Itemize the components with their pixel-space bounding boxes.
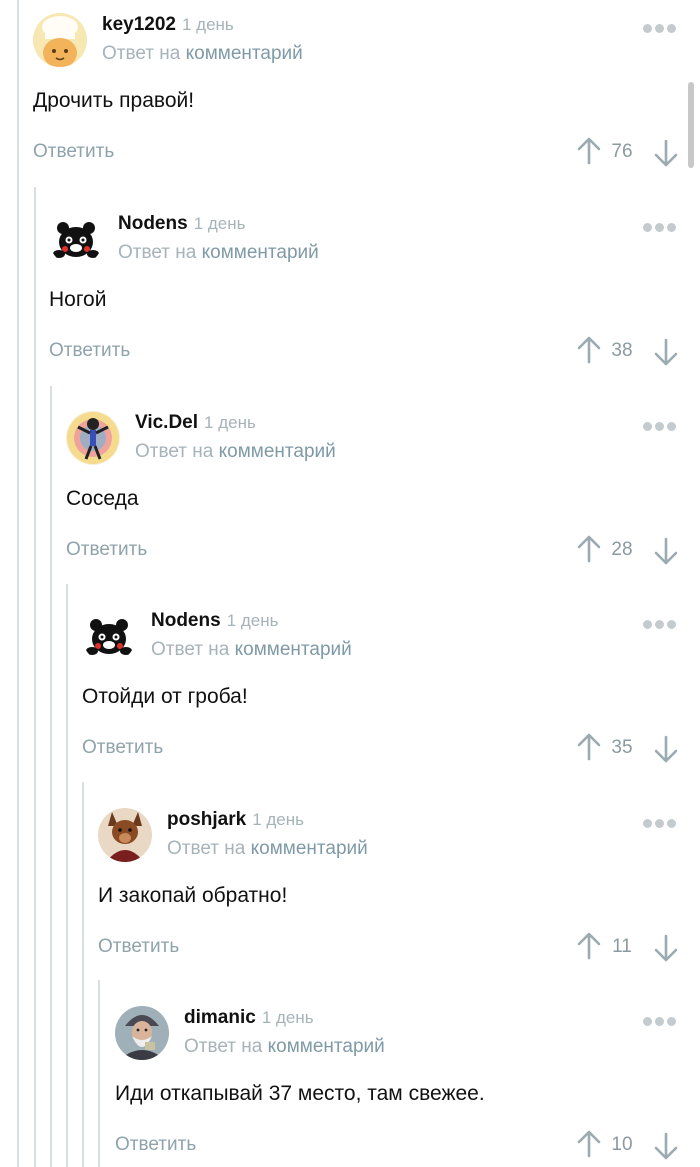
comment-time: 1 день bbox=[261, 1008, 314, 1027]
parent-comment-link[interactable]: комментарий bbox=[202, 242, 319, 263]
author-name[interactable]: key1202 1 день bbox=[102, 14, 234, 36]
comment: Nodens 1 день Ответ на комментарий Отойди… bbox=[82, 596, 700, 795]
comment-text: Иди откапывай 37 место, там свежее. bbox=[115, 1082, 485, 1105]
kumamon-bear-avatar[interactable] bbox=[49, 212, 103, 266]
reply-button[interactable]: Ответить bbox=[33, 141, 114, 163]
upvote-arrow-icon[interactable] bbox=[577, 137, 601, 165]
comment: key1202 1 день Ответ на комментарий Дрочи… bbox=[33, 0, 700, 199]
more-options-icon[interactable] bbox=[643, 1017, 676, 1026]
thread-line bbox=[50, 386, 52, 1167]
reply-to-info: Ответ на комментарий bbox=[167, 838, 368, 859]
reply-to-info: Ответ на комментарий bbox=[135, 441, 336, 462]
comment-time: 1 день bbox=[204, 413, 256, 432]
upvote-arrow-icon[interactable] bbox=[577, 733, 601, 761]
comment-text: И закопай обратно! bbox=[98, 884, 288, 907]
comment-rating: 38 bbox=[611, 340, 633, 361]
comments-page: key1202 1 день Ответ на комментарий Дрочи… bbox=[0, 0, 700, 1167]
reply-to-info: Ответ на комментарий bbox=[184, 1036, 385, 1057]
upvote-arrow-icon[interactable] bbox=[577, 1130, 601, 1158]
comment-time: 1 день bbox=[252, 810, 304, 829]
downvote-arrow-icon[interactable] bbox=[654, 735, 678, 763]
kumamon-bear-avatar[interactable] bbox=[82, 609, 136, 663]
reply-button[interactable]: Ответить bbox=[49, 340, 130, 362]
parent-comment-link[interactable]: комментарий bbox=[268, 1036, 385, 1057]
comment: Vic.Del 1 день Ответ на комментарий Сосед… bbox=[66, 398, 700, 597]
comment-text: Дрочить правой! bbox=[33, 89, 195, 112]
scrollbar[interactable] bbox=[688, 82, 694, 168]
downvote-arrow-icon[interactable] bbox=[654, 338, 678, 366]
comment: Nodens 1 день Ответ на комментарий Ногой … bbox=[49, 199, 700, 398]
thread-line bbox=[17, 0, 19, 1167]
reply-to-info: Ответ на комментарий bbox=[102, 43, 303, 64]
author-name[interactable]: Nodens 1 день bbox=[118, 213, 245, 235]
author-name[interactable]: poshjark 1 день bbox=[167, 809, 304, 831]
parent-comment-link[interactable]: комментарий bbox=[235, 639, 352, 660]
comment-time: 1 день bbox=[226, 611, 279, 630]
more-options-icon[interactable] bbox=[643, 223, 676, 232]
parent-comment-link[interactable]: комментарий bbox=[251, 838, 368, 859]
reply-button[interactable]: Ответить bbox=[82, 737, 163, 759]
comment-time: 1 день bbox=[181, 15, 234, 34]
downvote-arrow-icon[interactable] bbox=[654, 537, 678, 565]
reply-to-info: Ответ на комментарий bbox=[118, 242, 319, 263]
old-man-avatar[interactable] bbox=[115, 1006, 169, 1060]
thread-line bbox=[34, 187, 36, 1167]
more-options-icon[interactable] bbox=[643, 422, 676, 431]
more-options-icon[interactable] bbox=[643, 819, 676, 828]
comment-text: Отойди от гроба! bbox=[82, 685, 248, 708]
parent-comment-link[interactable]: комментарий bbox=[219, 441, 336, 462]
comment-time: 1 день bbox=[193, 214, 246, 233]
downvote-arrow-icon[interactable] bbox=[654, 139, 678, 167]
more-options-icon[interactable] bbox=[643, 620, 676, 629]
chef-cat-avatar[interactable] bbox=[33, 13, 87, 67]
comment-rating: 76 bbox=[611, 141, 633, 162]
comment-text: Соседа bbox=[66, 487, 139, 510]
upvote-arrow-icon[interactable] bbox=[577, 336, 601, 364]
comment-rating: 10 bbox=[611, 1134, 633, 1155]
fox-character-avatar[interactable] bbox=[98, 808, 152, 862]
reply-button[interactable]: Ответить bbox=[98, 936, 179, 958]
comment: dimanic 1 день Ответ на комментарий Иди о… bbox=[115, 993, 700, 1167]
thread-line bbox=[98, 980, 100, 1167]
comment-rating: 28 bbox=[611, 539, 633, 560]
author-name[interactable]: dimanic 1 день bbox=[184, 1007, 314, 1029]
more-options-icon[interactable] bbox=[643, 24, 676, 33]
thread-line bbox=[66, 584, 68, 1167]
downvote-arrow-icon[interactable] bbox=[654, 934, 678, 962]
comment-rating: 35 bbox=[611, 737, 633, 758]
comment-text: Ногой bbox=[49, 288, 107, 311]
comment: poshjark 1 день Ответ на комментарий И за… bbox=[98, 795, 700, 994]
downvote-arrow-icon[interactable] bbox=[654, 1132, 678, 1160]
upvote-arrow-icon[interactable] bbox=[577, 535, 601, 563]
reply-button[interactable]: Ответить bbox=[115, 1134, 196, 1156]
reply-button[interactable]: Ответить bbox=[66, 539, 147, 561]
parent-comment-link[interactable]: комментарий bbox=[186, 43, 303, 64]
author-name[interactable]: Nodens 1 день bbox=[151, 610, 278, 632]
reply-to-info: Ответ на комментарий bbox=[151, 639, 352, 660]
thread-line bbox=[82, 782, 84, 1167]
upvote-arrow-icon[interactable] bbox=[577, 932, 601, 960]
colorful-figure-avatar[interactable] bbox=[66, 411, 120, 465]
comment-rating: 11 bbox=[612, 936, 632, 957]
author-name[interactable]: Vic.Del 1 день bbox=[135, 412, 256, 434]
